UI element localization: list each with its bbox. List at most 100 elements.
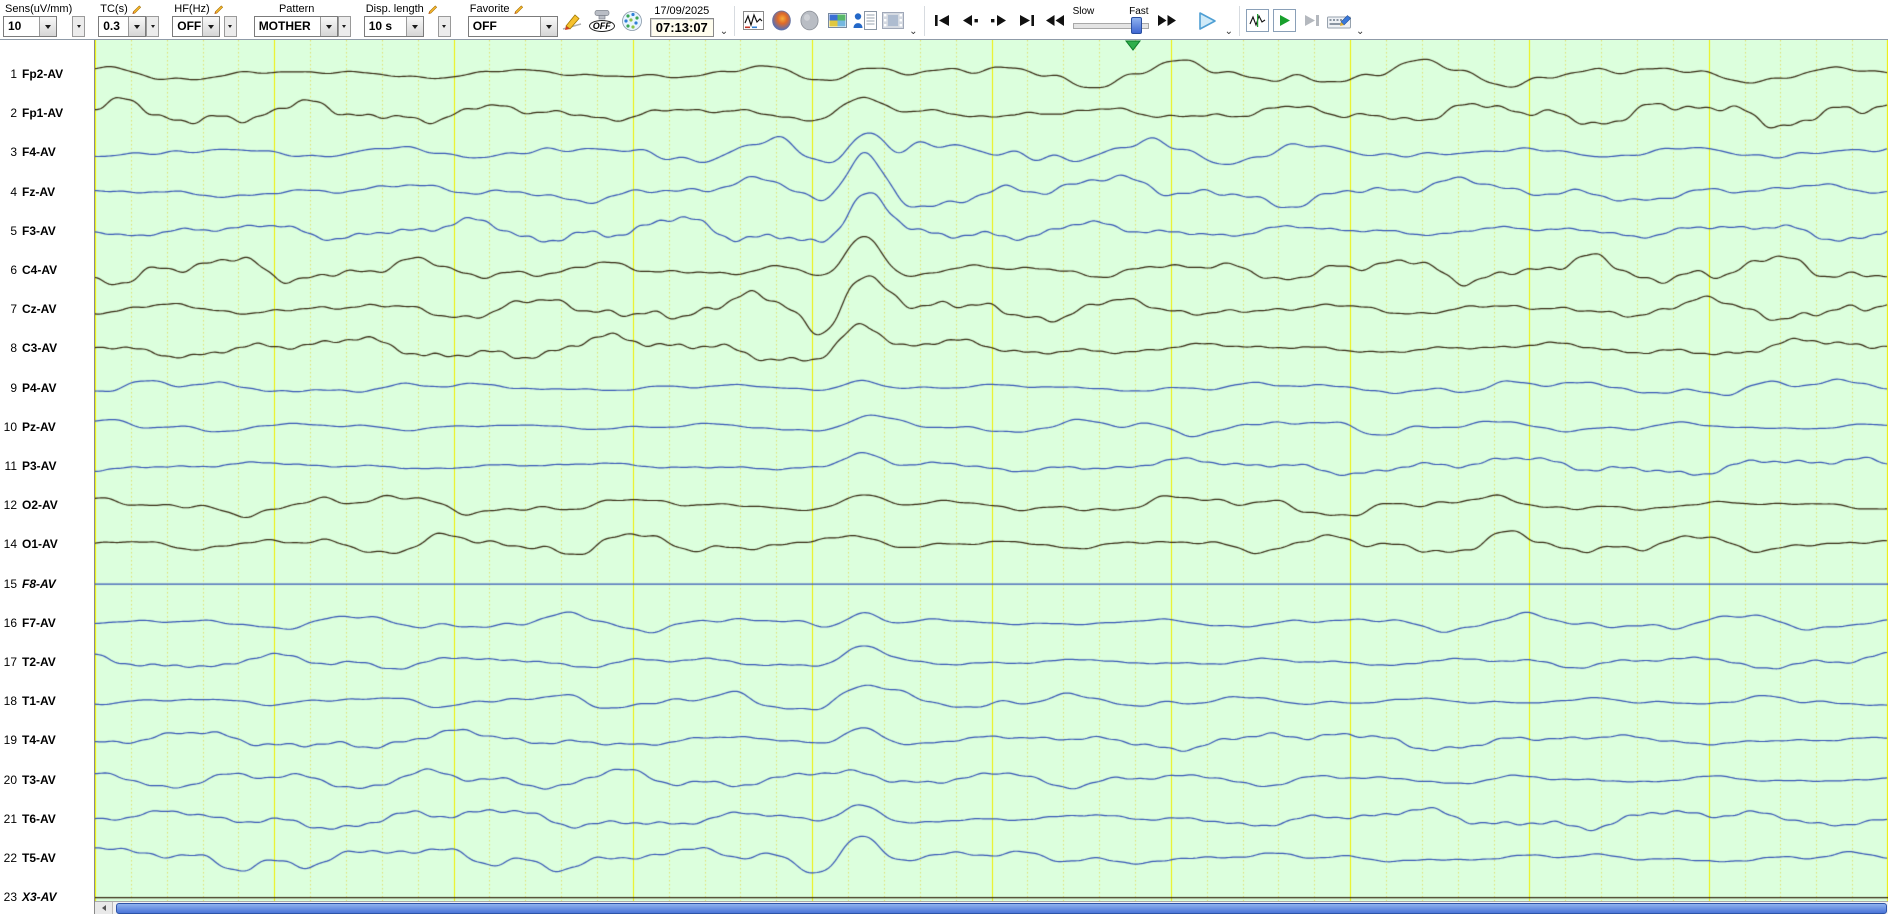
gray-head-icon bbox=[800, 10, 819, 31]
scroll-left-button[interactable] bbox=[95, 902, 113, 914]
time-marker-triangle[interactable] bbox=[1125, 40, 1142, 51]
step-forward-icon bbox=[991, 15, 1007, 26]
favorite-dropdown-button[interactable] bbox=[539, 17, 557, 36]
next-event-button[interactable] bbox=[1299, 7, 1325, 35]
channel-row[interactable]: 2 Fp1-AV bbox=[0, 104, 94, 122]
tc-combobox[interactable]: 0.3 bbox=[98, 16, 147, 37]
patient-info-button[interactable] bbox=[852, 7, 878, 35]
pencil-ruler-icon bbox=[562, 13, 581, 30]
disp-length-dropdown-button[interactable] bbox=[405, 17, 423, 36]
hf-combobox[interactable]: OFF bbox=[172, 16, 221, 37]
channel-row[interactable]: 6 C4-AV bbox=[0, 261, 94, 279]
disp-length-mini-dropdown[interactable] bbox=[437, 16, 451, 37]
channel-row[interactable]: 7 Cz-AV bbox=[0, 300, 94, 318]
chevron-down-icon bbox=[45, 24, 51, 29]
horizontal-scrollbar[interactable] bbox=[95, 901, 1888, 914]
channel-row[interactable]: 11 P3-AV bbox=[0, 457, 94, 475]
sens-label: Sens(uV/mm) bbox=[5, 3, 73, 15]
channel-row[interactable]: 23 X3-AV bbox=[0, 888, 94, 906]
sens-dropdown-button[interactable] bbox=[39, 17, 56, 36]
channel-number: 7 bbox=[10, 302, 17, 317]
step-back-button[interactable] bbox=[958, 7, 984, 35]
pattern-mini-dropdown[interactable] bbox=[337, 16, 351, 37]
channel-row[interactable]: 22 T5-AV bbox=[0, 849, 94, 867]
channel-number: 10 bbox=[3, 419, 17, 434]
edit-pencil-icon bbox=[132, 4, 141, 14]
channel-row[interactable]: 21 T6-AV bbox=[0, 810, 94, 828]
chevron-down-icon bbox=[76, 25, 81, 28]
topo-map-button[interactable] bbox=[768, 7, 794, 35]
play-button[interactable] bbox=[1191, 8, 1223, 34]
channel-row[interactable]: 9 P4-AV bbox=[0, 379, 94, 397]
channel-label: T5-AV bbox=[22, 851, 56, 865]
gray-next-icon bbox=[1304, 15, 1319, 26]
chevron-down-icon bbox=[208, 24, 215, 29]
step-forward-button[interactable] bbox=[986, 7, 1012, 35]
rewind-button[interactable] bbox=[1042, 7, 1068, 35]
channel-row[interactable]: 15 F8-AV bbox=[0, 575, 94, 593]
channel-label: T2-AV bbox=[22, 655, 56, 669]
measure-pencil-button[interactable] bbox=[559, 7, 585, 35]
channel-row[interactable]: 10 Pz-AV bbox=[0, 418, 94, 436]
sens-group: Sens(uV/mm) 10 bbox=[3, 2, 72, 37]
tc-dropdown-button[interactable] bbox=[128, 17, 146, 36]
chevron-down-icon bbox=[342, 25, 347, 28]
speed-slider[interactable]: Slow Fast bbox=[1071, 6, 1151, 36]
sens-combobox[interactable]: 10 bbox=[3, 16, 57, 37]
tc-mini-dropdown[interactable] bbox=[146, 16, 160, 37]
channel-number: 1 bbox=[10, 67, 17, 81]
play-icon bbox=[1198, 11, 1216, 30]
green-play-icon bbox=[1279, 15, 1290, 26]
channel-row[interactable]: 3 F4-AV bbox=[0, 143, 94, 161]
pattern-combobox[interactable]: MOTHER bbox=[253, 16, 338, 37]
channel-label: T1-AV bbox=[22, 694, 56, 709]
review-waveform-button[interactable] bbox=[1245, 9, 1269, 32]
tools-more-caret[interactable]: ⌄ bbox=[1356, 27, 1364, 37]
datetime-more-caret[interactable]: ⌄ bbox=[720, 27, 728, 37]
eeg-trace-area[interactable] bbox=[95, 40, 1888, 914]
eeg-traces-canvas[interactable] bbox=[95, 40, 1888, 914]
sens-mini-dropdown[interactable] bbox=[72, 16, 86, 37]
channel-number: 6 bbox=[10, 263, 17, 277]
mini-map-button[interactable] bbox=[824, 7, 850, 35]
video-button[interactable] bbox=[880, 7, 906, 35]
channel-row[interactable]: 4 Fz-AV bbox=[0, 183, 94, 201]
channel-row[interactable]: 12 O2-AV bbox=[0, 496, 94, 514]
waveform-cursor-icon bbox=[1249, 14, 1266, 27]
head-model-button[interactable] bbox=[796, 7, 822, 35]
hf-mini-dropdown[interactable] bbox=[223, 16, 237, 37]
tc-label: TC(s) bbox=[100, 3, 128, 15]
eeg-review-window: Sens(uV/mm) 10 TC(s) 0.3 HF(Hz) OFF Patt… bbox=[0, 0, 1888, 914]
hf-dropdown-button[interactable] bbox=[202, 17, 220, 36]
hf-group: HF(Hz) OFF bbox=[172, 2, 223, 37]
channel-row[interactable]: 8 C3-AV bbox=[0, 339, 94, 357]
scrollbar-thumb[interactable] bbox=[116, 903, 1887, 914]
channel-row[interactable]: 5 F3-AV bbox=[0, 222, 94, 240]
stamp-off-button[interactable]: OFF bbox=[588, 9, 615, 32]
play-more-caret[interactable]: ⌄ bbox=[1225, 27, 1233, 37]
edit-pencil-icon bbox=[513, 4, 523, 14]
channel-number: 17 bbox=[3, 655, 17, 669]
favorite-combobox[interactable]: OFF bbox=[467, 16, 558, 37]
disp-length-combobox[interactable]: 10 s bbox=[363, 16, 424, 37]
channel-row[interactable]: 17 T2-AV bbox=[0, 653, 94, 671]
channel-row[interactable]: 20 T3-AV bbox=[0, 771, 94, 789]
windows-more-caret[interactable]: ⌄ bbox=[909, 27, 917, 37]
play-mode-button[interactable] bbox=[1272, 9, 1296, 32]
skip-start-icon bbox=[935, 15, 950, 26]
channel-row[interactable]: 19 T4-AV bbox=[0, 731, 94, 749]
montage-globe-button[interactable] bbox=[619, 7, 645, 35]
fast-forward-button[interactable] bbox=[1154, 7, 1180, 35]
waveform-window-button[interactable] bbox=[740, 7, 766, 35]
toolbar-separator bbox=[1238, 5, 1240, 36]
channel-row[interactable]: 16 F7-AV bbox=[0, 614, 94, 632]
channel-row[interactable]: 14 O1-AV bbox=[0, 535, 94, 553]
channel-row[interactable]: 1 Fp2-AV bbox=[0, 65, 94, 83]
keyboard-settings-button[interactable] bbox=[1327, 7, 1353, 35]
skip-to-end-button[interactable] bbox=[1014, 7, 1040, 35]
pattern-dropdown-button[interactable] bbox=[319, 17, 337, 36]
channel-row[interactable]: 18 T1-AV bbox=[0, 692, 94, 710]
slider-thumb[interactable] bbox=[1130, 16, 1142, 34]
skip-to-start-button[interactable] bbox=[930, 7, 956, 35]
chevron-down-icon bbox=[442, 25, 447, 28]
